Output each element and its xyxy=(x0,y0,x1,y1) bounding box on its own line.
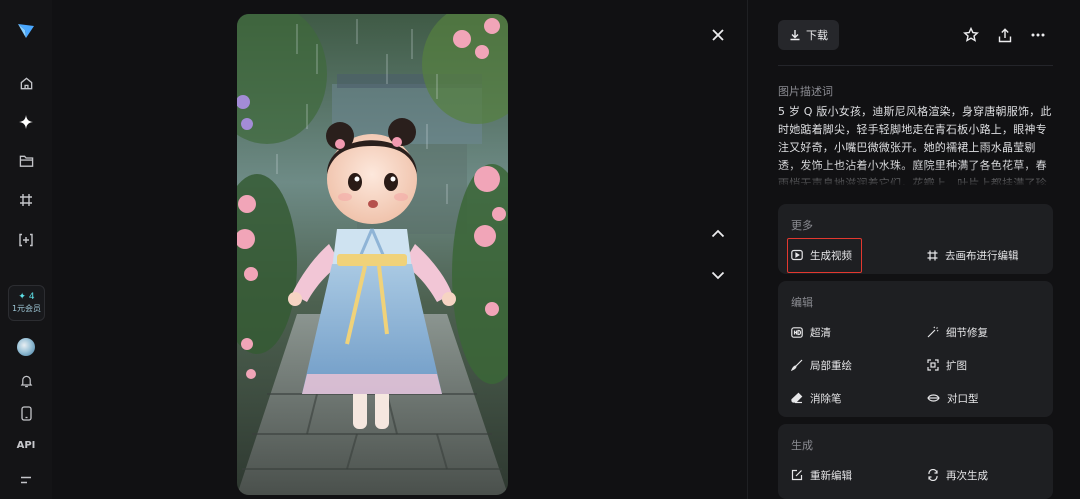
canvas-edit-label: 去画布进行编辑 xyxy=(945,249,1019,262)
logo-icon[interactable] xyxy=(0,18,52,42)
outpaint-button[interactable]: 扩图 xyxy=(927,355,967,375)
hd-icon xyxy=(791,326,803,338)
edit-card: 编辑 超清 细节修复 局部重绘 扩图 消除笔 对口型 xyxy=(778,281,1053,417)
brush-icon xyxy=(791,359,803,371)
left-sidebar: ✦ 4 1元会员 API xyxy=(0,0,52,499)
lip-sync-button[interactable]: 对口型 xyxy=(927,388,979,408)
highlight-box xyxy=(787,238,862,273)
eraser-label: 消除笔 xyxy=(810,392,842,405)
menu-icon[interactable] xyxy=(0,473,52,487)
generate-title: 生成 xyxy=(791,439,813,452)
header-divider xyxy=(778,65,1053,66)
lip-sync-label: 对口型 xyxy=(947,392,979,405)
detail-repair-button[interactable]: 细节修复 xyxy=(927,322,988,342)
membership-badge[interactable]: ✦ 4 1元会员 xyxy=(8,285,45,321)
canvas-edit-button[interactable]: 去画布进行编辑 xyxy=(927,245,1019,265)
mobile-icon[interactable] xyxy=(0,404,52,422)
chevron-down-icon[interactable] xyxy=(709,267,727,283)
inpaint-button[interactable]: 局部重绘 xyxy=(791,355,852,375)
download-button[interactable]: 下载 xyxy=(778,20,839,50)
re-edit-icon xyxy=(791,469,803,481)
outpaint-label: 扩图 xyxy=(946,359,967,372)
more-icon[interactable] xyxy=(1029,26,1047,44)
create-icon[interactable] xyxy=(0,112,52,132)
avatar[interactable] xyxy=(17,338,35,356)
folder-icon[interactable] xyxy=(0,151,52,171)
canvas-icon[interactable] xyxy=(0,190,52,210)
home-icon[interactable] xyxy=(0,73,52,93)
eraser-button[interactable]: 消除笔 xyxy=(791,388,842,408)
detail-repair-label: 细节修复 xyxy=(946,326,988,339)
generate-card: 生成 重新编辑 再次生成 xyxy=(778,424,1053,499)
share-icon[interactable] xyxy=(996,26,1014,44)
expand-icon xyxy=(927,359,939,371)
magic-wand-icon xyxy=(927,326,939,338)
chevron-up-icon[interactable] xyxy=(709,225,727,241)
close-icon[interactable] xyxy=(709,26,727,44)
download-icon xyxy=(790,30,800,41)
upscale-button[interactable]: 超清 xyxy=(791,322,831,342)
lip-sync-icon xyxy=(927,394,940,402)
member-label: 1元会员 xyxy=(11,304,42,313)
description-fade xyxy=(778,164,1056,186)
regenerate-button[interactable]: 再次生成 xyxy=(927,465,988,485)
bell-icon[interactable] xyxy=(0,372,52,390)
edit-title: 编辑 xyxy=(791,296,813,309)
panel-divider xyxy=(747,0,748,499)
smart-frame-icon[interactable] xyxy=(0,230,52,250)
member-count: ✦ 4 xyxy=(18,292,35,302)
canvas-edit-icon xyxy=(927,250,938,260)
regenerate-label: 再次生成 xyxy=(946,469,988,482)
description-title: 图片描述词 xyxy=(778,85,833,98)
eraser-icon xyxy=(791,392,803,404)
download-label: 下载 xyxy=(806,29,828,42)
re-edit-button[interactable]: 重新编辑 xyxy=(791,465,852,485)
generated-image[interactable] xyxy=(237,14,508,495)
more-title: 更多 xyxy=(791,219,813,232)
api-link[interactable]: API xyxy=(0,440,52,451)
star-icon[interactable] xyxy=(962,26,980,44)
re-edit-label: 重新编辑 xyxy=(810,469,852,482)
inpaint-label: 局部重绘 xyxy=(810,359,852,372)
regenerate-icon xyxy=(928,469,938,481)
upscale-label: 超清 xyxy=(810,326,831,339)
